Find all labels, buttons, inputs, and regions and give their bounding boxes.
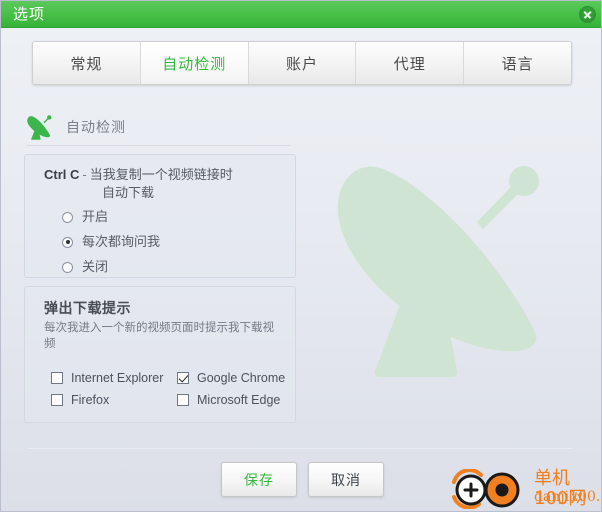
hotkey-description-line1: Ctrl C - 当我复制一个视频链接时 [44, 166, 284, 184]
radio-label-ask: 每次都询问我 [82, 234, 161, 249]
checkbox-internet-explorer[interactable]: Internet Explorer [51, 367, 163, 389]
close-icon[interactable] [579, 6, 596, 23]
watermark-text-en: danji100.com [534, 489, 601, 505]
tab-strip: 常规 自动检测 账户 代理 语言 [32, 41, 572, 85]
window-title: 选项 [13, 6, 46, 23]
section-title: 自动检测 [66, 119, 126, 135]
radio-icon-on[interactable] [62, 211, 73, 223]
checkbox-icon-google-chrome[interactable] [177, 372, 189, 384]
radio-label-off: 关闭 [82, 259, 109, 274]
titlebar: 选项 [1, 1, 601, 28]
save-button[interactable]: 保存 [221, 462, 297, 497]
checkbox-icon-microsoft-edge[interactable] [177, 394, 189, 406]
hotkey-text-line1: 当我复制一个视频链接时 [89, 167, 233, 182]
checkbox-icon-firefox[interactable] [51, 394, 63, 406]
site-watermark-logo: 单机100网 danji100.com [450, 467, 601, 511]
checkbox-label-internet-explorer: Internet Explorer [71, 371, 164, 385]
options-dialog: 选项 常规 自动检测 账户 代理 语言 自动检测 Ctrl C - 当我复制一个视频… [0, 0, 602, 512]
checkbox-google-chrome[interactable]: Google Chrome [177, 367, 285, 389]
radio-label-on: 开启 [82, 209, 109, 224]
tab-language[interactable]: 语言 [464, 42, 571, 84]
checkbox-label-firefox: Firefox [71, 393, 110, 407]
cancel-button[interactable]: 取消 [308, 462, 384, 497]
radio-icon-off[interactable] [62, 261, 73, 273]
radio-option-off[interactable]: 关闭 [62, 258, 108, 276]
checkbox-firefox[interactable]: Firefox [51, 389, 109, 411]
danji100-logo-icon [452, 469, 520, 509]
tab-proxy[interactable]: 代理 [356, 42, 465, 84]
radio-option-on[interactable]: 开启 [62, 208, 108, 226]
checkbox-icon-internet-explorer[interactable] [51, 372, 63, 384]
hotkey-group: Ctrl C - 当我复制一个视频链接时 自动下载 开启 每次都询问我 关闭 [24, 154, 296, 278]
watermark-text-cn: 单机100网 [534, 468, 587, 509]
satellite-dish-icon [27, 115, 52, 140]
footer-divider [28, 448, 573, 449]
hotkey-text-line2: 自动下载 [102, 185, 155, 200]
radio-icon-ask[interactable] [62, 236, 73, 248]
popup-group-description: 每次我进入一个新的视频页面时提示我下载视频 [44, 322, 274, 350]
tab-autodetect[interactable]: 自动检测 [140, 42, 249, 84]
satellite-dish-watermark-icon [337, 166, 539, 377]
checkbox-label-google-chrome: Google Chrome [197, 371, 286, 385]
tab-general[interactable]: 常规 [33, 42, 141, 84]
tab-account[interactable]: 账户 [248, 42, 357, 84]
hotkey-dash: - [82, 167, 87, 182]
checkbox-label-microsoft-edge: Microsoft Edge [197, 393, 281, 407]
popup-group-title: 弹出下载提示 [44, 300, 131, 316]
checkbox-microsoft-edge[interactable]: Microsoft Edge [177, 389, 280, 411]
hotkey-key-label: Ctrl C [44, 167, 80, 182]
radio-option-ask[interactable]: 每次都询问我 [62, 233, 160, 251]
section-divider [26, 145, 291, 146]
section-header: 自动检测 [26, 109, 326, 145]
popup-prompt-group: 弹出下载提示 每次我进入一个新的视频页面时提示我下载视频 Internet Ex… [24, 286, 296, 423]
